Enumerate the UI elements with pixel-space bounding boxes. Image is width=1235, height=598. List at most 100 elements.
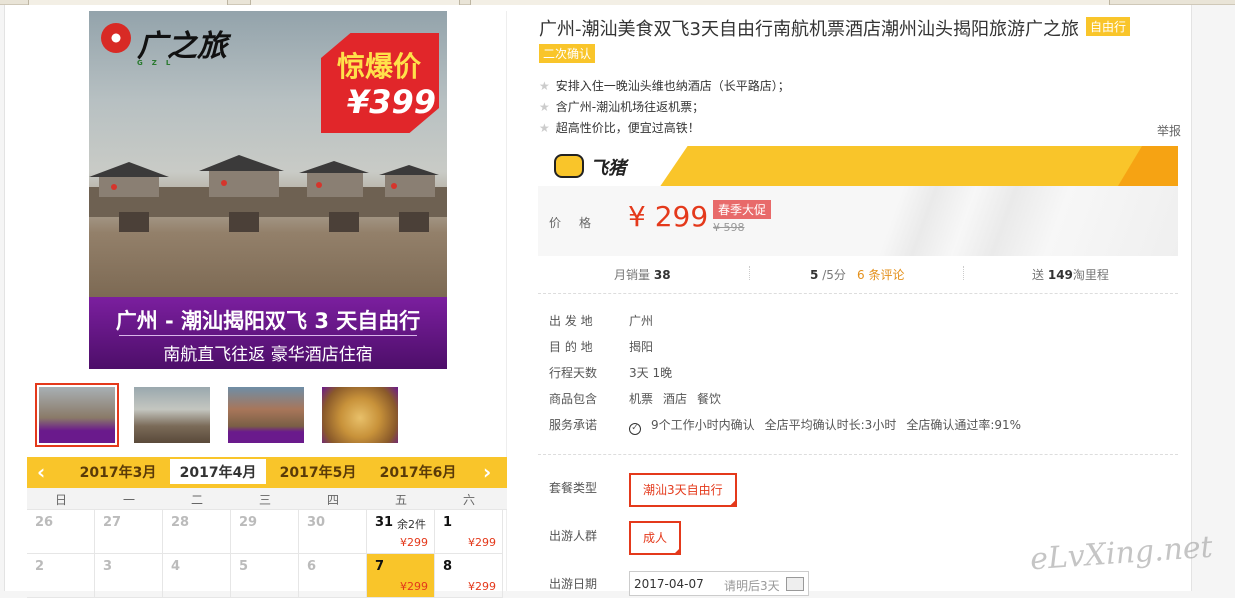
rating: 5 /5分 xyxy=(810,266,846,283)
day-number: 2 xyxy=(35,559,45,574)
detail-departure: 出 发 地 广州 xyxy=(549,312,653,329)
month-tab[interactable]: 2017年5月 xyxy=(270,463,366,488)
promo-tag: 春季大促 xyxy=(713,200,772,219)
day-price: ¥299 xyxy=(468,580,496,593)
calendar-day: 3 xyxy=(95,554,163,598)
thumbnail-2[interactable] xyxy=(130,383,214,447)
day-number: 5 xyxy=(239,559,249,574)
weekday: 二 xyxy=(190,493,203,507)
product-info: 广州-潮汕美食双飞3天自由行南航机票酒店潮州汕头揭阳旅游广之旅 自由行 二次确认… xyxy=(533,5,1181,596)
travel-date-input[interactable]: 2017-04-07 请明后3天 xyxy=(629,571,809,596)
sales-value: 38 xyxy=(653,268,671,282)
weekday: 六 xyxy=(462,493,475,507)
calendar-icon[interactable] xyxy=(786,577,804,591)
feature-text: 含广州-潮汕机场往返机票； xyxy=(555,100,705,114)
feature-text: 安排入住一晚汕头维也纳酒店（长平路店）； xyxy=(555,79,790,93)
month-tab[interactable]: 2017年6月 xyxy=(370,463,466,488)
stats-divider xyxy=(963,266,964,280)
monthly-sales: 月销量 38 xyxy=(614,266,671,283)
calendar-day: 6 xyxy=(299,554,367,598)
calendar-day: 30 xyxy=(299,510,367,554)
price-label: 价格 xyxy=(549,216,610,230)
day-number: 31 xyxy=(375,515,394,530)
promo-price-badge: 惊爆价 ¥399 xyxy=(321,33,439,133)
sales-label: 月销量 xyxy=(614,268,651,282)
weekday: 一 xyxy=(122,493,135,507)
feature-item: ★ 安排入住一晚汕头维也纳酒店（长平路店）； xyxy=(539,77,790,94)
promo-title: 惊爆价 xyxy=(337,50,422,83)
detail-value: 广州 xyxy=(629,314,654,328)
calendar-day-available[interactable]: 7 ¥299 xyxy=(367,554,435,598)
prev-month-button[interactable]: ‹ xyxy=(37,460,45,484)
thumbnail-4[interactable] xyxy=(318,383,402,447)
package-type-label: 套餐类型 xyxy=(549,481,598,495)
include-item: 机票 xyxy=(629,392,654,406)
thumb-image xyxy=(39,387,115,443)
product-title: 广州-潮汕美食双飞3天自由行南航机票酒店潮州汕头揭阳旅游广之旅 xyxy=(539,19,1079,40)
main-product-image[interactable]: 广之旅 GZL 惊爆价 ¥399 广州 - 潮汕揭阳双飞 3 天自由行 南航直飞… xyxy=(89,11,447,369)
detail-label: 行程天数 xyxy=(549,366,598,380)
detail-value: 揭阳 xyxy=(629,340,654,354)
flower-icon xyxy=(101,23,131,53)
selected-corner-icon xyxy=(728,499,737,507)
calendar-day-available[interactable]: 1 ¥299 xyxy=(435,510,503,554)
package-option[interactable]: 潮汕3天自由行 xyxy=(629,473,737,507)
detail-label: 服务承诺 xyxy=(549,418,598,432)
fliggy-brand-bar: 飞猪 xyxy=(538,146,1178,186)
thumb-image xyxy=(228,387,304,443)
calendar-day: 5 xyxy=(231,554,299,598)
day-number: 1 xyxy=(443,515,453,530)
brand-bar-orange xyxy=(1118,146,1178,186)
detail-destination: 目 的 地 揭阳 xyxy=(549,338,653,355)
detail-includes: 商品包含 机票 酒店 餐饮 xyxy=(549,390,721,407)
report-link[interactable]: 举报 xyxy=(1157,122,1181,139)
section-divider xyxy=(538,454,1178,455)
thumbnail-3[interactable] xyxy=(224,383,308,447)
promo-price: ¥399 xyxy=(347,83,437,121)
detail-values: ✓ 9个工作小时内确认 全店平均确认时长:3小时 全店确认通过率:91% xyxy=(629,416,1031,435)
feature-item: ★ 超高性价比，便宜过高铁！ xyxy=(539,119,700,136)
product-gallery: 广之旅 GZL 惊爆价 ¥399 广州 - 潮汕揭阳双飞 3 天自由行 南航直飞… xyxy=(27,11,507,598)
detail-values: 机票 酒店 餐饮 xyxy=(629,390,731,407)
weekday-header: 日 一 二 三 四 五 六 xyxy=(27,488,507,510)
stats-bar: 月销量 38 5 /5分 6 条评论 送 149淘里程 xyxy=(538,263,1178,285)
calendar-day-available[interactable]: 31 余2件 ¥299 xyxy=(367,510,435,554)
calendar-day-available[interactable]: 8 ¥299 xyxy=(435,554,503,598)
fliggy-pig-icon xyxy=(554,154,584,178)
package-option-text: 潮汕3天自由行 xyxy=(643,483,723,497)
day-price: ¥299 xyxy=(400,536,428,549)
detail-label: 商品包含 xyxy=(549,392,598,406)
guarantee-item: 全店确认通过率:91% xyxy=(906,418,1022,432)
include-item: 餐饮 xyxy=(697,392,722,406)
calendar-day: 28 xyxy=(163,510,231,554)
next-month-button[interactable]: › xyxy=(483,460,491,484)
date-calendar: ‹ 2017年3月 2017年4月 2017年5月 2017年6月 › 日 一 … xyxy=(27,457,507,598)
thumbnail-1[interactable] xyxy=(35,383,119,447)
day-number: 28 xyxy=(171,515,190,530)
weekday: 三 xyxy=(258,493,271,507)
type-badge: 自由行 xyxy=(1086,17,1131,36)
calendar-month-bar: ‹ 2017年3月 2017年4月 2017年5月 2017年6月 › xyxy=(27,457,507,488)
star-icon: ★ xyxy=(539,79,550,93)
travel-date-hint: 请明后3天 xyxy=(724,579,780,593)
day-number: 8 xyxy=(443,559,453,574)
month-tab-active[interactable]: 2017年4月 xyxy=(170,459,266,484)
month-tab[interactable]: 2017年3月 xyxy=(70,463,166,488)
guarantee-item: 9个工作小时内确认 xyxy=(651,418,755,432)
section-divider xyxy=(538,293,1178,294)
detail-guarantee: 服务承诺 ✓ 9个工作小时内确认 全店平均确认时长:3小时 全店确认通过率:91% xyxy=(549,416,1021,435)
original-price: ¥ 598 xyxy=(713,221,745,234)
day-number: 27 xyxy=(103,515,122,530)
thumb-image xyxy=(322,387,398,443)
thumbnail-strip xyxy=(35,383,415,449)
mileage-prefix: 送 xyxy=(1032,268,1045,282)
mileage-value: 149 xyxy=(1047,268,1073,282)
calendar-day: 2 xyxy=(27,554,95,598)
day-number: 29 xyxy=(239,515,258,530)
traveler-group-option[interactable]: 成人 xyxy=(629,521,682,555)
weekday: 四 xyxy=(326,493,339,507)
reviews-link[interactable]: 6 条评论 xyxy=(857,266,904,283)
detail-label: 出 发 地 xyxy=(549,314,593,328)
bridge-illustration xyxy=(89,155,447,232)
banner-divider xyxy=(119,335,417,336)
